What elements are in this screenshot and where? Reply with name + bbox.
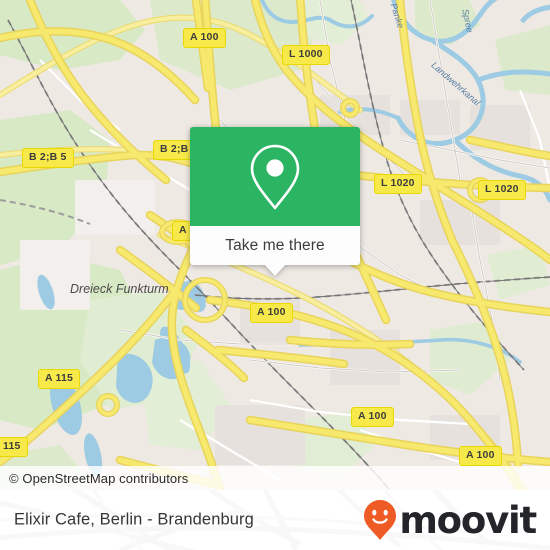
road-shield-a100-north: A 100 xyxy=(183,28,226,48)
road-shield-a100-center: A 100 xyxy=(250,303,293,323)
road-shield-l1020-west: L 1020 xyxy=(374,174,422,194)
osm-attribution-text[interactable]: © OpenStreetMap contributors xyxy=(0,471,188,486)
map-canvas[interactable]: Dreieck Funkturm Spree Panke Landwehrkan… xyxy=(0,0,550,490)
road-shield-l1000: L 1000 xyxy=(282,45,330,65)
road-shield-115-edge: 115 xyxy=(0,437,28,457)
popup-action-panel[interactable]: Take me there xyxy=(190,226,360,276)
location-title: Elixir Cafe, Berlin - Brandenburg xyxy=(14,510,254,529)
footer-bar: Elixir Cafe, Berlin - Brandenburg moovit xyxy=(0,490,550,550)
popup-tail xyxy=(264,264,286,276)
map-attribution-bar: © OpenStreetMap contributors xyxy=(0,466,550,490)
map-location-card: Dreieck Funkturm Spree Panke Landwehrkan… xyxy=(0,0,550,550)
road-shield-a115: A 115 xyxy=(38,369,81,389)
moovit-logo[interactable]: moovit xyxy=(363,498,537,542)
moovit-wordmark: moovit xyxy=(399,498,537,542)
map-pin-icon xyxy=(250,144,300,209)
road-shield-a100-south: A 100 xyxy=(351,407,394,427)
location-popup[interactable]: Take me there xyxy=(190,127,360,276)
take-me-there-button[interactable]: Take me there xyxy=(225,237,325,255)
road-shield-l1020-east: L 1020 xyxy=(478,180,526,200)
popup-icon-panel xyxy=(190,127,360,226)
moovit-smiley-pin-icon xyxy=(364,500,397,540)
road-shield-a100-southeast: A 100 xyxy=(459,446,502,466)
road-shield-b2b5-west: B 2;B 5 xyxy=(22,148,74,168)
